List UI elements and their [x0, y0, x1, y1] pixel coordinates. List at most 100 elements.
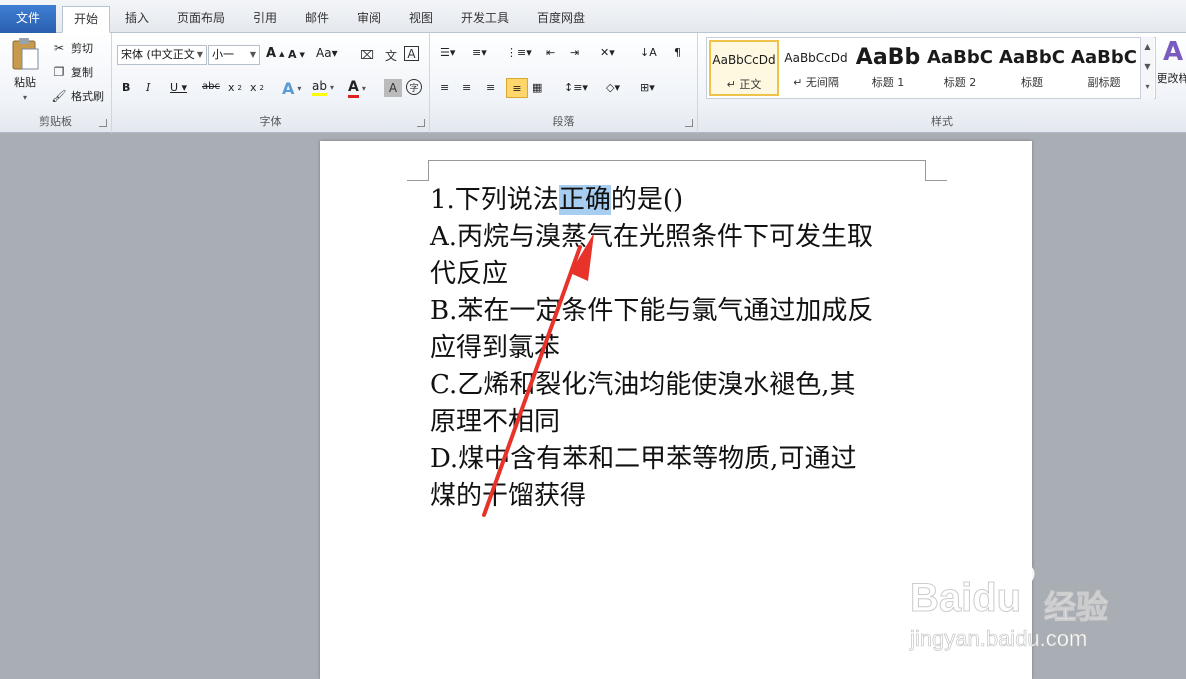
highlight-icon[interactable]: ab ▾	[312, 79, 334, 96]
subscript-icon[interactable]: x2	[228, 81, 242, 94]
clipboard-group: 粘贴 ▾ ✂ 剪切 ❐ 复制 🖌 格式刷 剪贴板	[0, 33, 112, 133]
chinese-layout-icon[interactable]: ✕▾	[600, 46, 615, 59]
multilevel-list-icon[interactable]: ⋮≡▾	[506, 46, 532, 59]
style-name: 标题	[1021, 76, 1043, 89]
watermark-brand: Baidu	[909, 576, 1022, 621]
styles-gallery: AaBbCcDd ↵ 正文 AaBbCcDd ↵ 无间隔 AaBb 标题 1 A…	[706, 37, 1156, 99]
tab-insert[interactable]: 插入	[116, 6, 158, 33]
tab-references[interactable]: 引用	[244, 6, 286, 33]
increase-indent-icon[interactable]: ⇥	[570, 46, 579, 59]
tab-developer[interactable]: 开发工具	[452, 6, 518, 33]
distribute-icon[interactable]: ▦	[532, 81, 542, 94]
show-marks-icon[interactable]: ¶	[674, 46, 681, 59]
justify-icon[interactable]: ≡	[506, 78, 528, 98]
decrease-indent-icon[interactable]: ⇤	[546, 46, 555, 59]
question-line: 1.下列说法正确的是()	[430, 182, 930, 219]
watermark-url: jingyan.baidu.com	[910, 626, 1088, 652]
style-title[interactable]: AaBbC 标题	[997, 40, 1067, 96]
copy-label: 复制	[71, 66, 93, 79]
change-styles-label: 更改样	[1158, 72, 1186, 85]
numbering-icon[interactable]: ≡▾	[472, 46, 487, 59]
question-text: 1.下列说法	[430, 185, 559, 215]
strikethrough-icon[interactable]: abc	[202, 81, 220, 92]
superscript-icon[interactable]: x2	[250, 81, 264, 94]
paste-dropdown-icon[interactable]: ▾	[23, 93, 27, 102]
margin-corner-tl-h	[407, 180, 429, 181]
copy-button[interactable]: ❐ 复制	[50, 63, 93, 81]
line-spacing-icon[interactable]: ↕≡▾	[564, 81, 588, 94]
align-right-icon[interactable]: ≡	[486, 81, 495, 94]
align-left-icon[interactable]: ≡	[440, 81, 449, 94]
font-group: 宋体 (中文正文 ▼ 小一 ▼ A ▲ A ▼ Aa▾ ⌧ 文 A B I U ▾ …	[112, 33, 430, 133]
grow-font-icon[interactable]: A ▲	[266, 46, 284, 61]
chevron-down-icon: ▼	[196, 50, 203, 59]
styles-group-label: 样式	[931, 115, 953, 128]
more-styles-icon[interactable]: ▾	[1141, 77, 1154, 97]
shading-icon[interactable]: ◇▾	[606, 81, 620, 94]
char-border-icon[interactable]: A	[404, 46, 419, 61]
italic-icon[interactable]: I	[146, 81, 150, 94]
bullets-icon[interactable]: ☰▾	[440, 46, 455, 59]
margin-corner-tr	[925, 160, 926, 180]
char-shading-icon[interactable]: A	[384, 79, 402, 97]
chevron-up-icon[interactable]: ▲	[1141, 37, 1154, 57]
style-preview: AaBbCcDd	[712, 53, 776, 67]
tab-file[interactable]: 文件	[0, 5, 56, 33]
style-heading-1[interactable]: AaBb 标题 1	[853, 40, 923, 96]
tab-view[interactable]: 视图	[400, 6, 442, 33]
baidu-jingyan-watermark: Baidu 经验 jingyan.baidu.com	[900, 550, 1180, 670]
shrink-font-icon[interactable]: A ▼	[288, 48, 305, 61]
tab-mailings[interactable]: 邮件	[296, 6, 338, 33]
paragraph-group: ☰▾ ≡▾ ⋮≡▾ ⇤ ⇥ ✕▾ ↓A ¶ ≡ ≡ ≡ ≡ ▦ ↕≡▾ ◇▾ ⊞…	[430, 33, 698, 133]
underline-icon[interactable]: U ▾	[170, 81, 187, 94]
style-preview: AaBbC	[927, 47, 993, 68]
align-center-icon[interactable]: ≡	[462, 81, 471, 94]
styles-scroll: ▲ ▼ ▾	[1140, 37, 1154, 99]
clear-format-icon[interactable]: ⌧	[358, 46, 376, 64]
watermark-brand-cn: 经验	[1043, 588, 1109, 627]
font-size-select[interactable]: 小一 ▼	[208, 45, 260, 65]
bold-icon[interactable]: B	[122, 81, 130, 94]
font-color-icon[interactable]: A ▾	[348, 79, 366, 98]
style-no-spacing[interactable]: AaBbCcDd ↵ 无间隔	[781, 40, 851, 96]
sort-icon[interactable]: ↓A	[640, 46, 657, 59]
format-painter-label: 格式刷	[71, 90, 104, 103]
paragraph-launcher-icon[interactable]	[685, 119, 693, 127]
margin-corner-tl	[428, 160, 429, 180]
paste-button[interactable]: 粘贴 ▾	[8, 37, 42, 102]
change-styles-button[interactable]: A 更改样	[1158, 37, 1186, 86]
ribbon: 粘贴 ▾ ✂ 剪切 ❐ 复制 🖌 格式刷 剪贴板 宋体 (中文正文 ▼ 小一 ▼…	[0, 33, 1186, 133]
borders-icon[interactable]: ⊞▾	[640, 81, 655, 94]
cut-button[interactable]: ✂ 剪切	[50, 39, 93, 57]
question-text-end: 的是()	[610, 185, 684, 215]
phonetic-guide-icon[interactable]: 文	[382, 46, 400, 64]
clipboard-icon	[12, 38, 39, 70]
margin-corner-tr-h	[925, 180, 947, 181]
chevron-down-icon[interactable]: ▼	[1141, 57, 1154, 77]
tab-review[interactable]: 审阅	[348, 6, 390, 33]
style-preview: AaBb	[855, 46, 921, 70]
style-name: 副标题	[1087, 76, 1121, 89]
clipboard-launcher-icon[interactable]	[99, 119, 107, 127]
font-name-select[interactable]: 宋体 (中文正文 ▼	[117, 45, 207, 65]
brush-icon: 🖌	[51, 89, 67, 103]
style-subtitle[interactable]: AaBbC 副标题	[1069, 40, 1139, 96]
tab-home[interactable]: 开始	[62, 6, 110, 33]
style-heading-2[interactable]: AaBbC 标题 2	[925, 40, 995, 96]
format-painter-button[interactable]: 🖌 格式刷	[50, 87, 104, 105]
tab-baidu-netdisk[interactable]: 百度网盘	[528, 6, 594, 33]
font-group-label: 字体	[259, 115, 282, 128]
selected-text: 正确	[558, 185, 611, 215]
header-line	[428, 160, 926, 161]
cut-label: 剪切	[71, 42, 93, 55]
font-size-value: 小一	[212, 48, 234, 61]
style-normal[interactable]: AaBbCcDd ↵ 正文	[709, 40, 779, 96]
scissors-icon: ✂	[53, 41, 65, 55]
text-effects-icon[interactable]: A ▾	[282, 79, 301, 98]
tab-page-layout[interactable]: 页面布局	[168, 6, 234, 33]
font-launcher-icon[interactable]	[417, 119, 425, 127]
change-case-icon[interactable]: Aa▾	[316, 46, 338, 60]
enclose-char-icon[interactable]: 字	[406, 79, 422, 95]
style-name: 标题 2	[943, 76, 977, 89]
paste-label: 粘贴	[14, 76, 36, 89]
